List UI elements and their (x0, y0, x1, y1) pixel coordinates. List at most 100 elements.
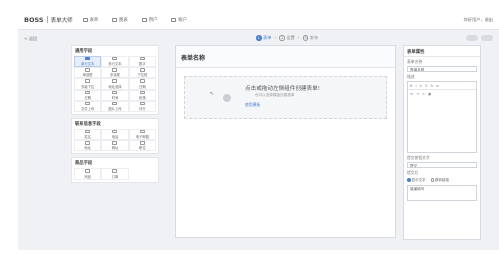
step-bar: < 返回 1 表单 › 2 设置 › 3 发布 (18, 34, 499, 44)
drop-subtitle: 也可以选择模板创建表单 (255, 93, 295, 97)
nav-item-user[interactable]: 用户 (141, 17, 158, 23)
component-item[interactable]: 单选框 (74, 67, 102, 79)
field-icon (139, 129, 145, 134)
component-label: 商品 (84, 174, 91, 179)
template-link[interactable]: 使用模板 (245, 102, 260, 107)
component-item[interactable]: 段落 (128, 89, 156, 101)
radio-label: 显示文字 (411, 178, 426, 182)
component-item[interactable]: 图片上传 (101, 100, 129, 112)
field-label: 表单名称 (407, 59, 423, 64)
thanks-textarea[interactable]: 感谢填写 (407, 185, 477, 201)
component-item[interactable]: 文件上传 (74, 100, 102, 112)
field-icon (139, 57, 145, 61)
field-icon (85, 90, 91, 94)
field-icon (112, 141, 118, 145)
panel-title: 表单属性 (404, 46, 480, 57)
step-number: 3 (302, 35, 309, 41)
chart-icon (112, 17, 118, 22)
preview-button[interactable] (466, 35, 478, 41)
field-icon (85, 101, 91, 106)
component-item[interactable]: 姓名 (74, 128, 102, 141)
logo[interactable]: BOSS 表单大师 (24, 16, 73, 24)
component-label: 日期 (139, 84, 146, 89)
component-label: 数字 (139, 62, 146, 67)
editor-toolbar: B I U S A ≡ (408, 82, 476, 90)
editor-toolbar-2: ≡ ⇥ ∞ ▣ (408, 90, 476, 98)
field-label: 提交后 (407, 170, 419, 175)
align-icon[interactable]: ≡ (410, 92, 413, 96)
group-title: 通用字段 (75, 49, 93, 54)
field-icon (85, 129, 91, 134)
list-icon[interactable]: ≡ (436, 84, 439, 88)
component-item[interactable]: 多行文本 (101, 56, 129, 68)
component-item[interactable]: 电子邮箱 (128, 128, 156, 141)
description-editor[interactable]: B I U S A ≡ ≡ ⇥ ∞ ▣ (407, 81, 477, 153)
component-label: 下拉框 (137, 73, 148, 78)
underline-icon[interactable]: U (420, 84, 423, 88)
component-item[interactable]: 日期 (74, 89, 102, 101)
component-item[interactable]: 多选框 (101, 67, 129, 79)
step-settings[interactable]: 2 设置 (279, 35, 295, 41)
field-icon (112, 169, 118, 173)
component-item[interactable]: 多级下拉 (74, 78, 102, 90)
form-title[interactable]: 表单名称 (176, 46, 395, 68)
field-icon (85, 79, 91, 83)
field-icon (112, 79, 118, 83)
italic-icon[interactable]: I (415, 84, 416, 88)
field-icon (112, 90, 118, 94)
component-palette: 通用字段 单行文本 多行文本 数字 单选框 多选框 下拉框 多级下拉 地址选择 … (71, 45, 159, 213)
nav-item-chart[interactable]: 图表 (112, 17, 128, 23)
step-publish[interactable]: 3 发布 (302, 35, 318, 41)
component-item[interactable]: 数字 (128, 56, 156, 68)
component-item[interactable]: 下拉框 (128, 67, 156, 79)
component-label: 文件上传 (81, 106, 95, 111)
top-bar: BOSS 表单大师 表单 图表 用户 账户 你好用户，退出 (18, 10, 499, 30)
field-icon (112, 101, 118, 106)
component-item[interactable]: 地址 (74, 140, 102, 152)
component-item[interactable]: 评分 (128, 100, 156, 112)
nav-item-form[interactable]: 表单 (82, 17, 98, 23)
component-label: 电话 (111, 135, 119, 140)
radio-label: 跳转链接 (435, 178, 449, 182)
component-item[interactable]: 商品 (74, 168, 102, 180)
radio-option[interactable]: 显示文字 (407, 178, 426, 183)
user-menu[interactable]: 你好用户，退出 (464, 17, 493, 23)
component-item[interactable]: 订单 (101, 168, 129, 180)
step-form[interactable]: 1 表单 (256, 35, 271, 41)
indent-icon[interactable]: ⇥ (416, 92, 419, 96)
field-icon (112, 68, 118, 72)
component-label: 电子邮箱 (135, 135, 149, 140)
save-button[interactable] (481, 35, 493, 41)
app-subtitle: 表单大师 (50, 17, 73, 24)
back-button[interactable]: < 返回 (24, 36, 37, 42)
image-icon[interactable]: ▣ (428, 92, 431, 96)
component-item[interactable]: 日期 (128, 78, 156, 90)
user-icon (141, 17, 147, 22)
drop-zone[interactable]: ↖ 点击或拖动左侧组件创建表单! 也可以选择模板创建表单 使用模板 (184, 76, 387, 119)
field-icon (85, 68, 91, 72)
component-item[interactable]: 电话 (101, 128, 129, 141)
component-item[interactable]: 职位 (128, 140, 156, 152)
component-label: 职位 (139, 146, 146, 151)
nav-item-account[interactable]: 账户 (171, 17, 187, 23)
component-item[interactable]: 时间 (101, 89, 129, 101)
field-icon (85, 57, 91, 61)
color-icon[interactable]: A (430, 84, 432, 88)
strike-icon[interactable]: S (425, 84, 427, 88)
chevron-right-icon: › (297, 35, 300, 41)
component-item[interactable]: 单行文本 (74, 56, 102, 68)
template-link-line: 使用模板 (245, 102, 260, 108)
component-item[interactable]: 网址 (101, 140, 129, 152)
component-label: 姓名 (84, 135, 91, 140)
radio-option[interactable]: 跳转链接 (430, 178, 449, 183)
nav-label: 图表 (119, 17, 128, 23)
nav-label: 用户 (148, 17, 158, 23)
component-label: 评分 (139, 106, 146, 111)
component-label: 多选框 (110, 73, 120, 78)
link-icon[interactable]: ∞ (422, 92, 425, 96)
component-label: 订单 (111, 174, 119, 179)
component-label: 多行文本 (108, 62, 122, 67)
component-item[interactable]: 地址选择 (101, 78, 129, 90)
bold-icon[interactable]: B (410, 84, 412, 88)
field-icon (139, 68, 145, 72)
